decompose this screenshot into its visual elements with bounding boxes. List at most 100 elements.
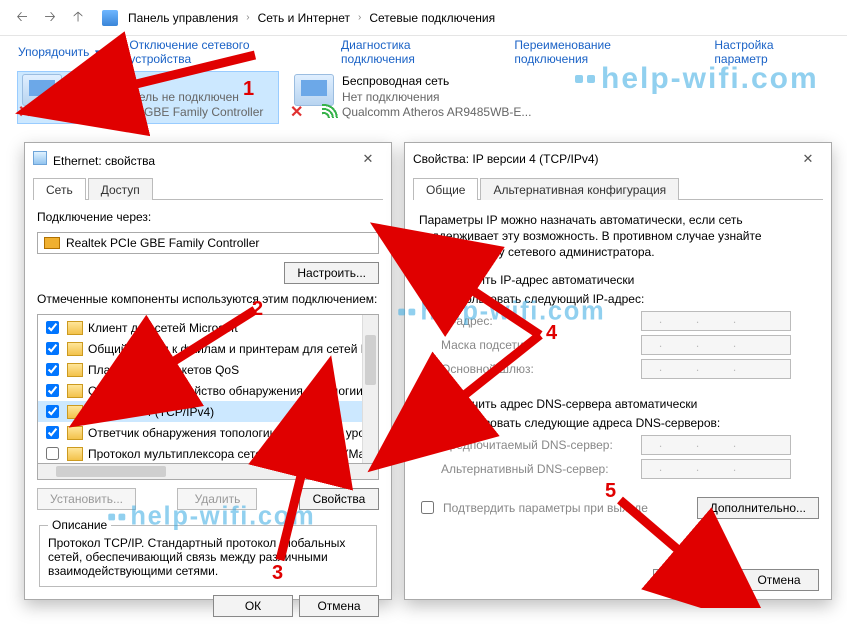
scrollbar-horizontal[interactable] bbox=[37, 464, 379, 480]
dialog-title: Ethernet: свойства bbox=[33, 151, 155, 168]
connection-device: Realtek PCIe GBE Family Controller bbox=[70, 105, 263, 121]
properties-button[interactable]: Свойства bbox=[299, 488, 379, 510]
component-icon bbox=[67, 405, 83, 419]
connection-name: Ethernet bbox=[70, 74, 263, 90]
ipv4-properties-dialog: Свойства: IP версии 4 (TCP/IPv4) ✕ Общие… bbox=[404, 142, 832, 600]
nav-up-icon[interactable]: 🡡 bbox=[66, 6, 90, 30]
list-item[interactable]: Ответчик обнаружения топологии канальног… bbox=[38, 422, 378, 443]
configure-button[interactable]: Настроить... bbox=[284, 262, 379, 284]
disconnected-icon: ✕ bbox=[290, 102, 306, 118]
address-bar: 🡠 🡢 🡡 Панель управления › Сеть и Интерне… bbox=[0, 0, 847, 36]
settings-cmd[interactable]: Настройка параметр bbox=[714, 38, 829, 66]
component-checkbox[interactable] bbox=[46, 363, 59, 376]
list-item[interactable]: Протокол мультиплексора сетевого адаптер… bbox=[38, 443, 378, 464]
tabs: Сеть Доступ bbox=[33, 177, 383, 200]
scrollbar-vertical[interactable] bbox=[362, 315, 378, 463]
connection-ethernet[interactable]: ✕ Ethernet Сетевой кабель не подключен R… bbox=[18, 72, 278, 123]
confirm-on-exit-checkbox[interactable] bbox=[421, 501, 434, 514]
disconnected-icon: ✕ bbox=[18, 102, 34, 118]
adapter-field: Realtek PCIe GBE Family Controller bbox=[37, 232, 379, 254]
wifi-signal-icon bbox=[322, 104, 340, 118]
install-button[interactable]: Установить... bbox=[37, 488, 136, 510]
tabs: Общие Альтернативная конфигурация bbox=[413, 177, 823, 200]
ip-auto-radio[interactable] bbox=[422, 275, 435, 288]
dns-manual-radio[interactable] bbox=[422, 418, 435, 431]
ip-manual-label: Использовать следующий IP-адрес: bbox=[444, 292, 644, 306]
connection-status: Нет подключения bbox=[342, 90, 531, 106]
connect-via-label: Подключение через: bbox=[37, 210, 379, 224]
chevron-right-icon: › bbox=[246, 12, 249, 23]
component-icon bbox=[67, 363, 83, 377]
adapter-name: Realtek PCIe GBE Family Controller bbox=[66, 236, 259, 250]
remove-button[interactable]: Удалить bbox=[177, 488, 257, 510]
gateway-input: ... bbox=[641, 359, 791, 379]
nic-icon bbox=[44, 237, 60, 249]
breadcrumb-part[interactable]: Сетевые подключения bbox=[367, 9, 497, 27]
description-legend: Описание bbox=[48, 518, 111, 532]
component-checkbox[interactable] bbox=[46, 447, 59, 460]
connections-area: ✕ Ethernet Сетевой кабель не подключен R… bbox=[0, 68, 847, 133]
chevron-right-icon: › bbox=[358, 12, 361, 23]
rename-cmd[interactable]: Переименование подключения bbox=[514, 38, 686, 66]
organize-menu[interactable]: Упорядочить▼ bbox=[18, 45, 101, 59]
component-icon bbox=[67, 342, 83, 356]
connection-wifi[interactable]: ✕ Беспроводная сеть Нет подключения Qual… bbox=[290, 72, 550, 123]
list-item[interactable]: Клиент для сетей Microsoft bbox=[38, 317, 378, 338]
ip-auto-label: Получить IP-адрес автоматически bbox=[444, 273, 634, 287]
list-item[interactable]: Планировщик пакетов QoS bbox=[38, 359, 378, 380]
command-bar: Упорядочить▼ Отключение сетевого устройс… bbox=[0, 36, 847, 68]
breadcrumb-part[interactable]: Сеть и Интернет bbox=[256, 9, 352, 27]
tab-alt-config[interactable]: Альтернативная конфигурация bbox=[480, 178, 679, 200]
close-button[interactable]: ✕ bbox=[793, 149, 823, 169]
component-icon bbox=[67, 321, 83, 335]
component-checkbox[interactable] bbox=[46, 426, 59, 439]
close-button[interactable]: ✕ bbox=[353, 149, 383, 169]
nav-back-icon[interactable]: 🡠 bbox=[10, 6, 34, 30]
dns2-input: ... bbox=[641, 459, 791, 479]
diagnose-cmd[interactable]: Диагностика подключения bbox=[341, 38, 486, 66]
cancel-button[interactable]: Отмена bbox=[299, 595, 379, 617]
component-icon bbox=[67, 447, 83, 461]
dns-auto-radio[interactable] bbox=[422, 399, 435, 412]
connection-name: Беспроводная сеть bbox=[342, 74, 531, 90]
description-text: Протокол TCP/IP. Стандартный протокол гл… bbox=[48, 536, 368, 578]
component-checkbox[interactable] bbox=[46, 405, 59, 418]
ok-button[interactable]: ОК bbox=[653, 569, 733, 591]
disable-adapter-cmd[interactable]: Отключение сетевого устройства bbox=[129, 38, 313, 66]
description-box: Описание Протокол TCP/IP. Стандартный пр… bbox=[39, 518, 377, 587]
tab-access[interactable]: Доступ bbox=[88, 178, 153, 200]
dns1-input: ... bbox=[641, 435, 791, 455]
component-icon bbox=[67, 426, 83, 440]
explain-text: Параметры IP можно назначать автоматичес… bbox=[417, 210, 819, 261]
components-label: Отмеченные компоненты используются этим … bbox=[37, 292, 379, 306]
ip-address-label: IP-адрес: bbox=[441, 314, 631, 328]
component-checkbox[interactable] bbox=[46, 321, 59, 334]
subnet-label: Маска подсети: bbox=[441, 338, 631, 352]
ip-manual-radio[interactable] bbox=[422, 294, 435, 307]
breadcrumb-part[interactable]: Панель управления bbox=[126, 9, 240, 27]
advanced-button[interactable]: Дополнительно... bbox=[697, 497, 819, 519]
cancel-button[interactable]: Отмена bbox=[739, 569, 819, 591]
component-checkbox[interactable] bbox=[46, 342, 59, 355]
list-item[interactable]: Отвечающее устройство обнаружения тополо… bbox=[38, 380, 378, 401]
components-list[interactable]: Клиент для сетей Microsoft Общий доступ … bbox=[37, 314, 379, 464]
adapter-icon bbox=[33, 151, 47, 165]
dns1-label: Предпочитаемый DNS-сервер: bbox=[441, 438, 631, 452]
subnet-input: ... bbox=[641, 335, 791, 355]
tab-network[interactable]: Сеть bbox=[33, 178, 86, 200]
list-item-ipv4[interactable]: IP версии 4 (TCP/IPv4) bbox=[38, 401, 378, 422]
list-item[interactable]: Общий доступ к файлам и принтерам для се… bbox=[38, 338, 378, 359]
tab-general[interactable]: Общие bbox=[413, 178, 478, 200]
confirm-on-exit-label: Подтвердить параметры при выходе bbox=[443, 501, 648, 515]
ok-button[interactable]: ОК bbox=[213, 595, 293, 617]
dns-manual-label: Использовать следующие адреса DNS-сервер… bbox=[444, 416, 720, 430]
component-icon bbox=[67, 384, 83, 398]
ip-address-input: ... bbox=[641, 311, 791, 331]
nav-fwd-icon[interactable]: 🡢 bbox=[38, 6, 62, 30]
connection-device: Qualcomm Atheros AR9485WB-E... bbox=[342, 105, 531, 121]
component-checkbox[interactable] bbox=[46, 384, 59, 397]
dialog-title: Свойства: IP версии 4 (TCP/IPv4) bbox=[413, 152, 599, 166]
control-panel-icon bbox=[102, 10, 118, 26]
dns-auto-label: Получить адрес DNS-сервера автоматически bbox=[444, 397, 697, 411]
dns2-label: Альтернативный DNS-сервер: bbox=[441, 462, 631, 476]
